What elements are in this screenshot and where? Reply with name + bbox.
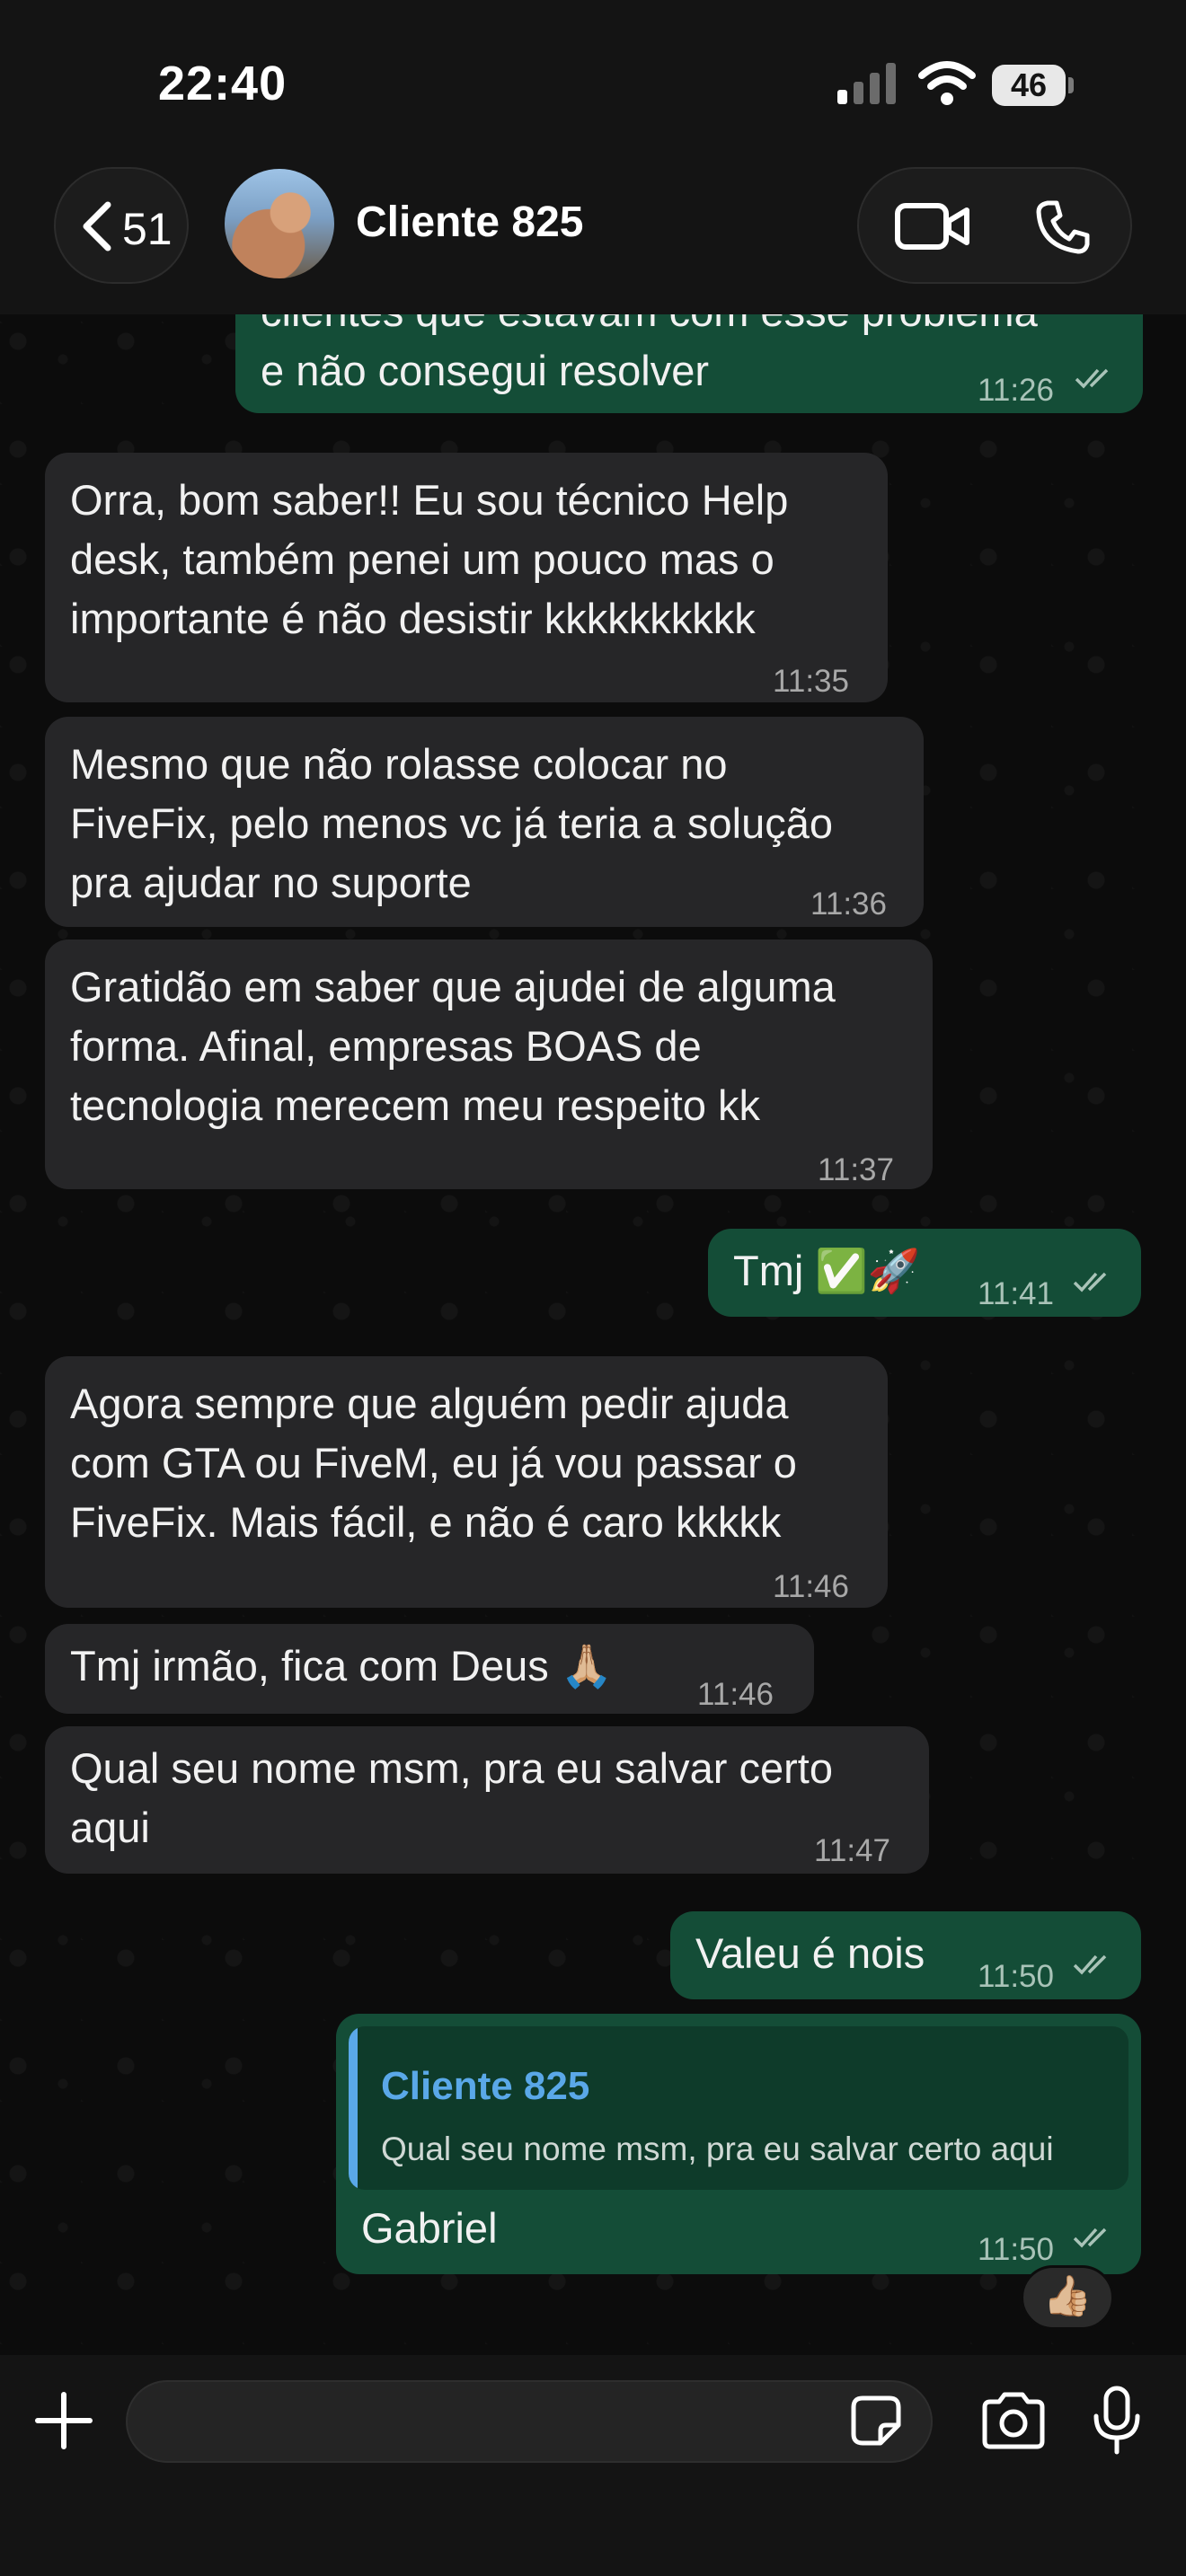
double-check-icon xyxy=(1073,2228,1107,2248)
avatar[interactable] xyxy=(225,169,334,278)
message-text: Agora sempre que alguém pedir ajuda com … xyxy=(70,1380,797,1546)
message-incoming[interactable]: Gratidão em saber que ajudei de alguma f… xyxy=(45,940,933,1189)
message-incoming[interactable]: Mesmo que não rolasse colocar no FiveFix… xyxy=(45,717,924,927)
message-outgoing[interactable]: Tmj ✅🚀 11:41 xyxy=(708,1229,1141,1317)
wifi-icon xyxy=(918,61,976,105)
status-bar: 22:40 46 xyxy=(0,0,1186,171)
message-text: Tmj irmão, fica com Deus 🙏🏼 xyxy=(70,1642,614,1689)
message-incoming[interactable]: Tmj irmão, fica com Deus 🙏🏼 11:46 xyxy=(45,1624,814,1714)
message-text: Gratidão em saber que ajudei de alguma f… xyxy=(70,963,836,1129)
double-check-icon xyxy=(1075,368,1109,389)
unread-count: 51 xyxy=(122,204,173,254)
message-incoming[interactable]: Agora sempre que alguém pedir ajuda com … xyxy=(45,1356,888,1608)
message-input[interactable] xyxy=(126,2380,933,2463)
message-outgoing[interactable]: Valeu é nois 11:50 xyxy=(670,1911,1141,1999)
message-time: 11:35 xyxy=(773,664,849,699)
message-time: 11:50 xyxy=(978,1959,1054,1994)
message-text: Tmj ✅🚀 xyxy=(733,1247,921,1294)
status-time: 22:40 xyxy=(158,57,288,110)
cellular-signal-icon xyxy=(837,63,896,104)
battery-level: 46 xyxy=(1010,66,1048,103)
message-text: Gabriel xyxy=(361,2204,498,2252)
message-time: 11:36 xyxy=(810,887,887,922)
message-time: 11:37 xyxy=(818,1152,894,1187)
message-time: 11:46 xyxy=(773,1569,849,1604)
quoted-text: Qual seu nome msm, pra eu salvar certo a… xyxy=(381,2130,1054,2167)
back-button[interactable]: 51 xyxy=(54,167,189,284)
message-time: 11:47 xyxy=(814,1833,890,1868)
sticker-icon[interactable] xyxy=(850,2395,902,2447)
voice-call-icon[interactable] xyxy=(1035,199,1091,255)
quoted-message[interactable]: Cliente 825 Qual seu nome msm, pra eu sa… xyxy=(349,2026,1128,2190)
contact-name[interactable]: Cliente 825 xyxy=(356,198,583,247)
call-actions xyxy=(857,167,1132,284)
quoted-sender-name: Cliente 825 xyxy=(381,2064,590,2108)
message-text: Orra, bom saber!! Eu sou técnico Help de… xyxy=(70,476,789,642)
double-check-icon xyxy=(1073,1954,1107,1975)
reaction-badge[interactable]: 👍🏼 xyxy=(1021,2265,1114,2330)
microphone-icon[interactable] xyxy=(1091,2386,1143,2456)
message-incoming[interactable]: Orra, bom saber!! Eu sou técnico Help de… xyxy=(45,453,888,702)
message-incoming[interactable]: Qual seu nome msm, pra eu salvar certo a… xyxy=(45,1726,929,1874)
double-check-icon xyxy=(1073,1272,1107,1292)
message-time: 11:41 xyxy=(978,1276,1054,1311)
message-time: 11:46 xyxy=(697,1677,774,1712)
plus-icon[interactable] xyxy=(34,2391,93,2450)
camera-icon[interactable] xyxy=(979,2391,1048,2450)
message-text: Mesmo que não rolasse colocar no FiveFix… xyxy=(70,740,833,906)
chevron-left-icon xyxy=(83,201,111,251)
video-call-icon[interactable] xyxy=(895,201,970,251)
message-time: 11:26 xyxy=(978,373,1054,408)
message-text: Valeu é nois xyxy=(695,1929,925,1977)
quote-accent-bar xyxy=(349,2026,358,2190)
battery-icon: 46 xyxy=(992,65,1075,106)
message-text: Qual seu nome msm, pra eu salvar certo a… xyxy=(70,1744,833,1851)
message-outgoing-reply[interactable]: Cliente 825 Qual seu nome msm, pra eu sa… xyxy=(336,2014,1141,2274)
